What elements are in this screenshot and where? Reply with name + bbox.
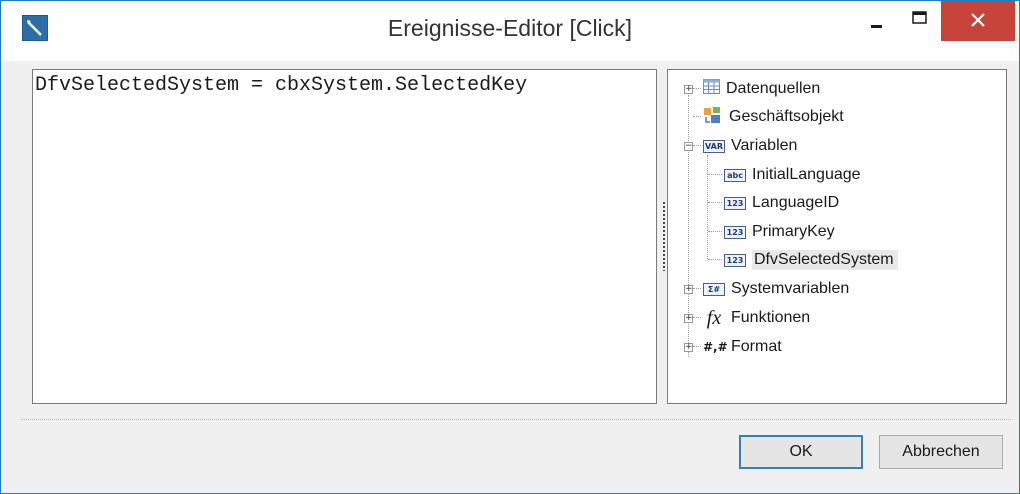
sigma-icon: Σ# [703, 282, 725, 296]
tree-item-label: PrimaryKey [752, 223, 835, 240]
tree-item-label: Geschäftsobjekt [729, 108, 844, 125]
tree-item-geschaeftsobjekt[interactable]: Geschäftsobjekt [684, 106, 844, 128]
expand-icon[interactable]: + [684, 342, 693, 352]
dialog-window: Ereignisse-Editor [Click] DfvSelectedSys… [0, 0, 1020, 494]
tree-item-datenquellen[interactable]: + Datenquellen [684, 78, 820, 100]
table-icon [703, 79, 720, 99]
tree-item-variablen[interactable]: − VAR Variablen [684, 135, 797, 157]
tree-item-label: Variablen [731, 137, 798, 154]
tree-item-label: LanguageID [752, 194, 840, 211]
tree-view[interactable]: + Datenquellen Geschäftsobjekt − VAR Var… [667, 69, 1007, 404]
code-editor[interactable]: DfvSelectedSystem = cbxSystem.SelectedKe… [32, 69, 657, 404]
123-icon: 123 [724, 253, 746, 267]
123-icon: 123 [724, 225, 746, 239]
abc-icon: abc [724, 168, 746, 182]
tree-item-funktionen[interactable]: + fx Funktionen [684, 307, 810, 329]
tree-item-label: Datenquellen [726, 80, 821, 97]
123-icon: 123 [724, 196, 746, 210]
button-separator [21, 419, 1011, 420]
fx-icon: fx [706, 306, 722, 329]
dialog-body: DfvSelectedSystem = cbxSystem.SelectedKe… [21, 61, 1011, 489]
var-icon: VAR [703, 139, 725, 153]
tree-item-label: InitialLanguage [752, 166, 861, 183]
business-object-icon [703, 106, 723, 129]
tree-item-systemvariablen[interactable]: + Σ# Systemvariablen [684, 278, 849, 300]
tree-item-label: DfvSelectedSystem [752, 250, 898, 270]
tree-item-initiallanguage[interactable]: abc InitialLanguage [708, 164, 861, 186]
tree-item-languageid[interactable]: 123 LanguageID [708, 192, 839, 214]
tree-item-label: Funktionen [731, 309, 811, 326]
ok-button[interactable]: OK [739, 435, 863, 469]
title-bar[interactable]: Ereignisse-Editor [Click] [1, 1, 1019, 61]
expand-icon[interactable]: + [684, 313, 693, 323]
cancel-button[interactable]: Abbrechen [879, 435, 1003, 469]
splitter-handle[interactable] [662, 201, 666, 271]
close-button[interactable] [941, 1, 1015, 41]
tree-item-dfvselectedsystem[interactable]: 123 DfvSelectedSystem [708, 249, 898, 271]
tree-item-primarykey[interactable]: 123 PrimaryKey [708, 221, 835, 243]
tree-item-format[interactable]: + #,# Format [684, 336, 782, 358]
collapse-icon[interactable]: − [684, 141, 693, 151]
hash-icon: #,# [703, 340, 728, 354]
tree-item-label: Format [731, 338, 782, 355]
code-text[interactable]: DfvSelectedSystem = cbxSystem.SelectedKe… [35, 74, 527, 97]
minimize-button[interactable] [857, 3, 901, 43]
tree-item-label: Systemvariablen [731, 280, 850, 297]
close-icon [971, 13, 985, 27]
expand-icon[interactable]: + [684, 284, 693, 294]
expand-icon[interactable]: + [684, 84, 693, 94]
